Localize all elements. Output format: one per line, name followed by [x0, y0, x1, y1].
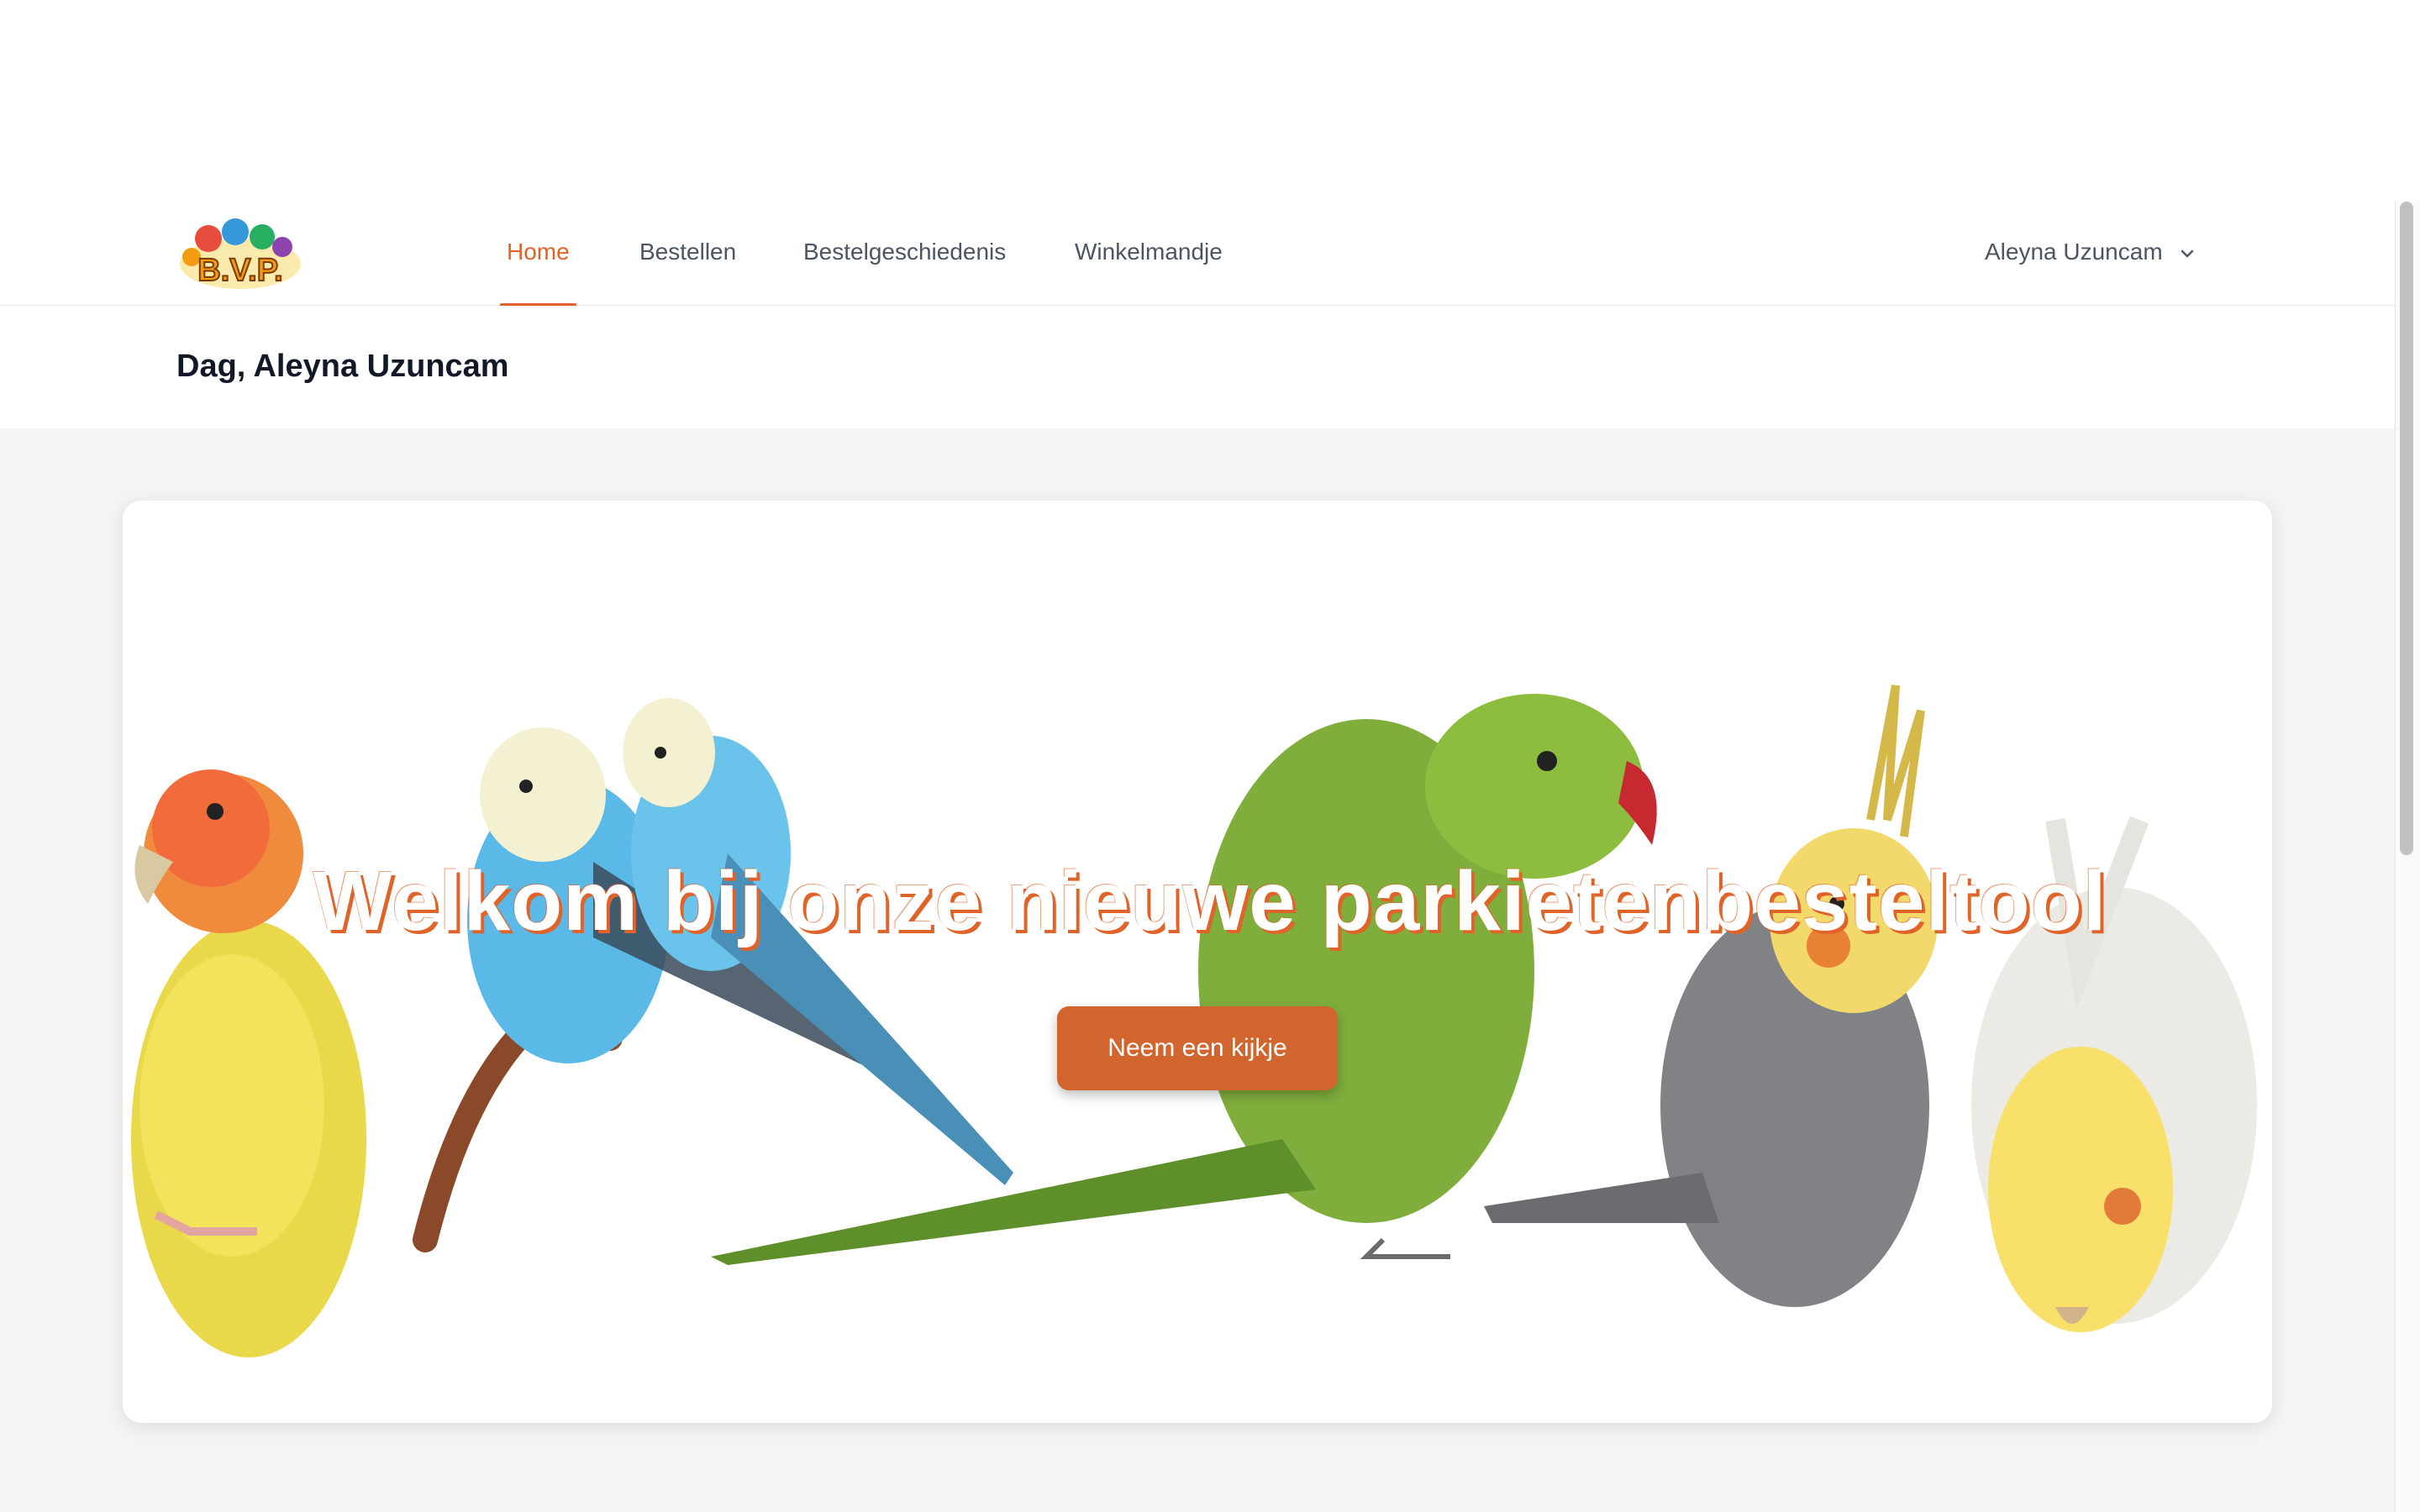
logo-text: B.V.P. [197, 253, 282, 288]
parakeets-illustration [131, 685, 2257, 1357]
ringneck-illustration [711, 694, 1657, 1265]
user-name: Aleyna Uzuncam [1985, 239, 2163, 265]
tab-bestellen[interactable]: Bestellen [639, 228, 736, 306]
greeting-heading: Dag, Aleyna Uzuncam [176, 349, 509, 384]
hero-banner [123, 501, 2272, 1423]
tab-winkelmandje[interactable]: Winkelmandje [1075, 228, 1223, 306]
tab-home[interactable]: Home [500, 228, 576, 307]
user-menu[interactable]: Aleyna Uzuncam [1985, 228, 2197, 276]
explore-button[interactable]: Neem een kijkje [1057, 1006, 1338, 1090]
tab-bestelgeschiedenis[interactable]: Bestelgeschiedenis [803, 228, 1006, 306]
hero-title: Welkom bij onze nieuwe parkietenbestelto… [313, 854, 2107, 948]
scrollbar-thumb[interactable] [2400, 202, 2413, 855]
chevron-down-icon [2181, 249, 2194, 257]
bvp-logo[interactable]: B.V.P. [175, 213, 306, 294]
